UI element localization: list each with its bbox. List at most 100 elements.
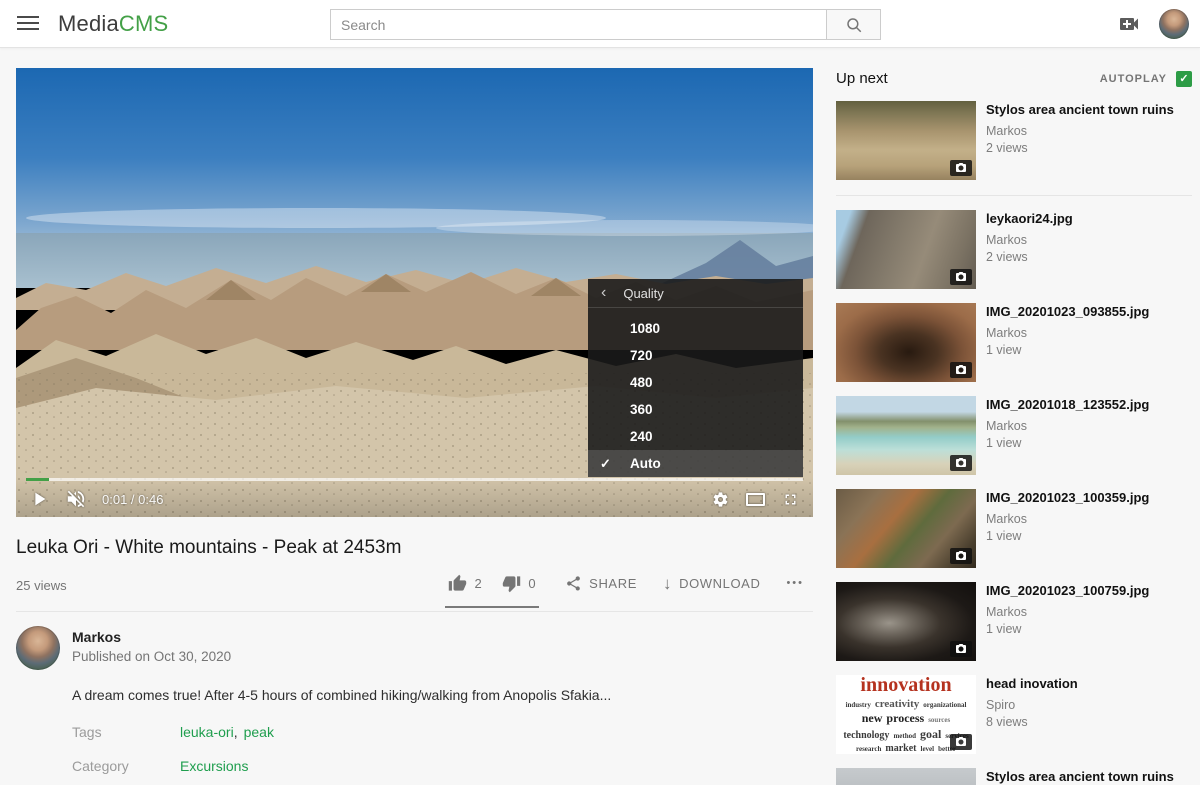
item-author: Markos <box>986 124 1174 138</box>
seek-bar[interactable] <box>26 478 803 481</box>
camera-badge-icon <box>950 455 972 471</box>
share-label: SHARE <box>589 576 637 591</box>
views-actions-row: 25 views 2 0 <box>16 571 813 612</box>
share-button[interactable]: SHARE <box>565 571 637 595</box>
quality-option-label: 1080 <box>630 321 660 336</box>
logo-text-cms: CMS <box>119 11 169 36</box>
mute-icon[interactable] <box>65 488 87 510</box>
item-title: IMG_20201018_123552.jpg <box>986 396 1149 413</box>
back-icon[interactable]: ‹ <box>601 285 606 301</box>
main-column: ‹ Quality 1080 720480 360 240 ✓ Auto 0:01 / 0… <box>16 68 813 785</box>
meta-section: Tags leuka-ori,peak Category Excursions <box>72 724 813 774</box>
theater-mode-button[interactable] <box>746 493 765 506</box>
item-author: Markos <box>986 326 1149 340</box>
up-next-item[interactable]: leykaori24.jpg Markos 2 views <box>836 210 1192 289</box>
tags-row: Tags leuka-ori,peak <box>72 724 813 740</box>
item-title: Stylos area ancient town ruins <box>986 101 1174 118</box>
up-next-item[interactable]: IMG_20201023_100359.jpg Markos 1 view <box>836 489 1192 568</box>
video-upload-icon <box>1117 12 1141 36</box>
search-button[interactable] <box>826 9 881 40</box>
quality-option[interactable]: 360 <box>588 396 803 423</box>
more-options-button[interactable]: ••• <box>786 571 804 595</box>
up-next-item[interactable]: IMG_20201018_123552.jpg Markos 1 view <box>836 396 1192 475</box>
item-thumbnail[interactable] <box>836 303 976 382</box>
item-views: 2 views <box>986 141 1174 155</box>
logo[interactable]: MediaCMS <box>58 11 168 37</box>
item-title: IMG_20201023_100359.jpg <box>986 489 1149 506</box>
item-title: IMG_20201023_093855.jpg <box>986 303 1149 320</box>
quality-menu-header: ‹ Quality <box>588 279 803 308</box>
item-thumbnail[interactable] <box>836 101 976 180</box>
item-title: leykaori24.jpg <box>986 210 1073 227</box>
like-button[interactable]: 2 <box>448 571 482 595</box>
player-controls: 0:01 / 0:46 <box>16 477 813 517</box>
item-thumbnail[interactable] <box>836 582 976 661</box>
quality-option-label: Auto <box>630 456 661 471</box>
view-count: 25 views <box>16 578 67 595</box>
item-thumbnail[interactable]: innovationindustrycreativityorganization… <box>836 675 976 754</box>
author-name[interactable]: Markos <box>72 629 231 645</box>
dislike-button[interactable]: 0 <box>502 571 536 595</box>
autoplay-control: AUTOPLAY ✓ <box>1100 71 1192 87</box>
up-next-item[interactable]: Stylos area ancient town ruins Markos 2 … <box>836 101 1192 196</box>
item-thumbnail[interactable] <box>836 396 976 475</box>
category-label: Category <box>72 758 180 774</box>
quality-option[interactable]: 480 <box>588 369 803 396</box>
autoplay-checkbox[interactable]: ✓ <box>1176 71 1192 87</box>
search-input[interactable] <box>330 9 827 40</box>
item-thumbnail[interactable] <box>836 210 976 289</box>
fullscreen-button[interactable] <box>782 491 799 508</box>
item-title: Stylos area ancient town ruins <box>986 768 1174 785</box>
up-next-item[interactable]: Stylos area ancient town ruins <box>836 768 1192 785</box>
video-title: Leuka Ori - White mountains - Peak at 24… <box>16 537 813 559</box>
like-count: 2 <box>474 576 482 591</box>
quality-option[interactable]: 240 <box>588 423 803 450</box>
check-icon: ✓ <box>600 456 611 472</box>
quality-option[interactable]: 720 <box>588 342 803 369</box>
dislike-count: 0 <box>528 576 536 591</box>
category-link[interactable]: Excursions <box>180 758 248 774</box>
download-icon: ↓ <box>663 575 672 592</box>
video-player[interactable]: ‹ Quality 1080 720480 360 240 ✓ Auto 0:01 / 0… <box>16 68 813 517</box>
item-views: 8 views <box>986 715 1078 729</box>
up-next-item[interactable]: IMG_20201023_093855.jpg Markos 1 view <box>836 303 1192 382</box>
item-author: Markos <box>986 512 1149 526</box>
camera-badge-icon <box>950 160 972 176</box>
play-button[interactable] <box>28 488 50 510</box>
settings-button[interactable] <box>712 491 729 508</box>
ellipsis-icon: ••• <box>786 577 804 589</box>
up-next-item[interactable]: IMG_20201023_100759.jpg Markos 1 view <box>836 582 1192 661</box>
item-views: 2 views <box>986 250 1073 264</box>
camera-badge-icon <box>950 641 972 657</box>
wordcloud-main-word: innovation <box>860 675 951 695</box>
item-views: 1 view <box>986 529 1149 543</box>
item-author: Spiro <box>986 698 1078 712</box>
item-title: IMG_20201023_100759.jpg <box>986 582 1149 599</box>
item-thumbnail[interactable] <box>836 489 976 568</box>
camera-badge-icon <box>950 362 972 378</box>
tag-link-peak[interactable]: peak <box>244 724 274 740</box>
item-thumbnail[interactable] <box>836 768 976 785</box>
author-avatar[interactable] <box>16 626 60 670</box>
tag-separator: , <box>234 724 238 740</box>
up-next-item[interactable]: innovationindustrycreativityorganization… <box>836 675 1192 754</box>
download-label: DOWNLOAD <box>679 576 760 591</box>
hamburger-menu-button[interactable] <box>17 16 39 32</box>
tag-link-leuka-ori[interactable]: leuka-ori <box>180 724 234 740</box>
published-date: Published on Oct 30, 2020 <box>72 649 231 664</box>
quality-option[interactable]: 1080 <box>588 315 803 342</box>
item-author: Markos <box>986 419 1149 433</box>
up-next-title: Up next <box>836 70 888 87</box>
quality-option[interactable]: ✓ Auto <box>588 450 803 477</box>
quality-option-label: 360 <box>630 402 653 417</box>
thumbs-down-icon <box>502 574 521 593</box>
quality-menu-title: Quality <box>623 286 663 301</box>
user-avatar[interactable] <box>1159 9 1189 39</box>
item-author: Markos <box>986 605 1149 619</box>
download-button[interactable]: ↓ DOWNLOAD <box>663 571 760 595</box>
autoplay-label: AUTOPLAY <box>1100 73 1167 85</box>
seek-progress <box>26 478 49 481</box>
upload-media-button[interactable] <box>1117 12 1141 36</box>
search-icon <box>845 16 863 34</box>
quality-option-label: 240 <box>630 429 653 444</box>
